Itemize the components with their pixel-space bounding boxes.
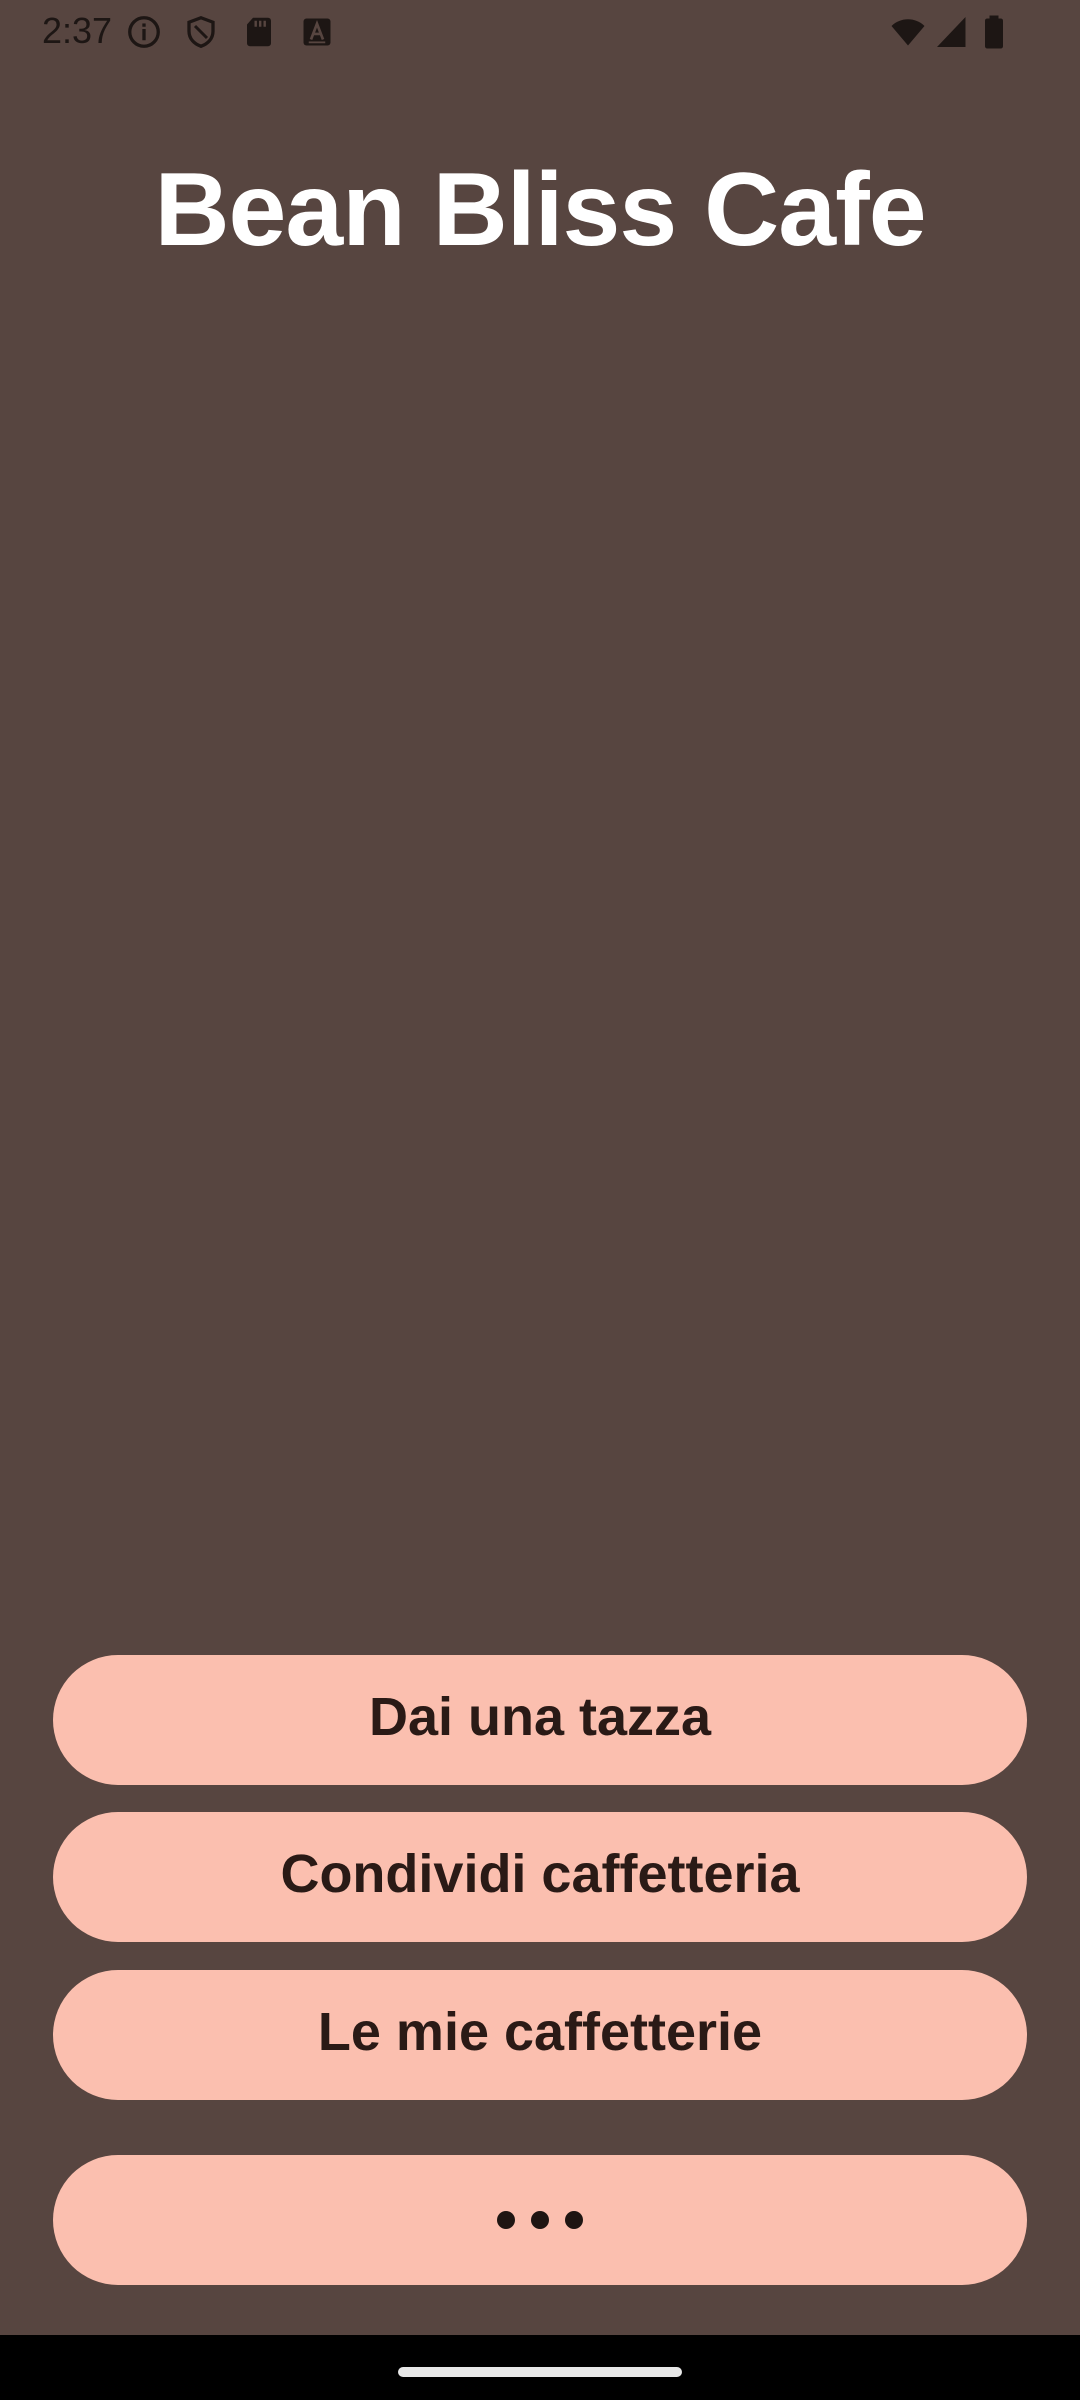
give-cup-button[interactable]: Dai una tazza (53, 1655, 1027, 1785)
shield-icon (183, 14, 219, 50)
status-time: 2:37 (42, 10, 113, 51)
info-icon (126, 14, 162, 50)
give-cup-label: Dai una tazza (368, 1687, 712, 1747)
more-horizontal-icon (497, 2211, 583, 2229)
sd-card-icon (241, 14, 277, 50)
share-cafe-label: Condividi caffetteria (280, 1844, 800, 1904)
more-options-button[interactable] (53, 2155, 1027, 2285)
home-gesture-handle[interactable] (398, 2367, 682, 2377)
keyboard-a-icon (299, 14, 335, 50)
share-cafe-button[interactable]: Condividi caffetteria (53, 1812, 1027, 1942)
app-screen: 2:37 Bean Bliss Cafe Dai una tazza Condi… (0, 0, 1080, 2335)
wifi-icon (888, 14, 928, 50)
status-bar: 2:37 (0, 0, 1080, 62)
app-title: Bean Bliss Cafe (154, 152, 926, 268)
my-cafes-button[interactable]: Le mie caffetterie (53, 1970, 1027, 2100)
battery-icon (981, 14, 1007, 50)
my-cafes-label: Le mie caffetterie (317, 2002, 763, 2062)
signal-icon (934, 14, 970, 50)
